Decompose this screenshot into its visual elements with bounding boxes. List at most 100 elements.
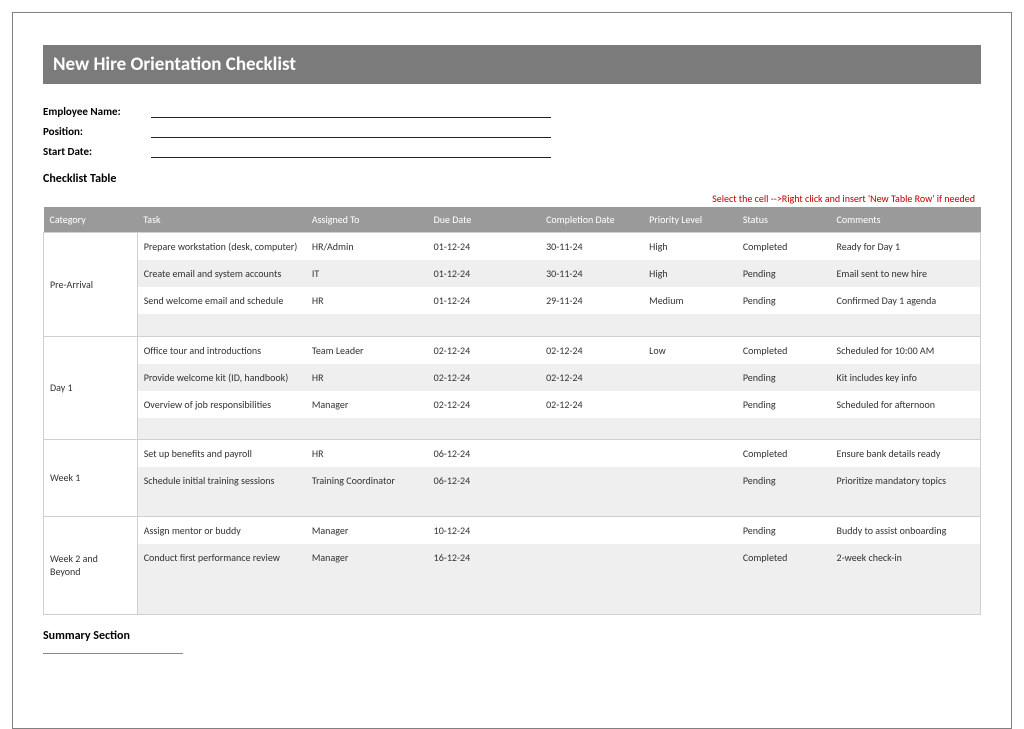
empty-cell[interactable] [428, 494, 540, 516]
empty-cell[interactable] [643, 571, 737, 593]
priority-cell[interactable] [643, 467, 737, 494]
checklist-table[interactable]: Category Task Assigned To Due Date Compl… [43, 207, 981, 615]
empty-cell[interactable] [737, 571, 831, 593]
category-cell[interactable]: Week 2 and Beyond [44, 516, 138, 615]
task-cell[interactable]: Create email and system accounts [137, 260, 306, 287]
status-cell[interactable]: Completed [737, 440, 831, 468]
comments-cell[interactable]: Scheduled for afternoon [831, 391, 981, 418]
assigned-cell[interactable]: HR [306, 364, 428, 391]
task-cell[interactable]: Schedule initial training sessions [137, 467, 306, 494]
table-row[interactable] [44, 571, 981, 593]
priority-cell[interactable] [643, 440, 737, 468]
comments-cell[interactable]: 2-week check-in [831, 544, 981, 571]
empty-cell[interactable] [831, 571, 981, 593]
table-row[interactable]: Provide welcome kit (ID, handbook)HR02-1… [44, 364, 981, 391]
assigned-cell[interactable]: Training Coordinator [306, 467, 428, 494]
completion-cell[interactable]: 02-12-24 [540, 364, 643, 391]
empty-cell[interactable] [306, 571, 428, 593]
completion-cell[interactable] [540, 440, 643, 468]
priority-cell[interactable]: High [643, 260, 737, 287]
table-row[interactable] [44, 593, 981, 615]
status-cell[interactable]: Pending [737, 467, 831, 494]
task-cell[interactable]: Overview of job responsibilities [137, 391, 306, 418]
completion-cell[interactable]: 02-12-24 [540, 391, 643, 418]
empty-cell[interactable] [428, 593, 540, 615]
employee-name-field[interactable] [151, 104, 551, 118]
empty-cell[interactable] [137, 593, 306, 615]
empty-cell[interactable] [306, 593, 428, 615]
due-cell[interactable]: 06-12-24 [428, 440, 540, 468]
assigned-cell[interactable]: Team Leader [306, 336, 428, 364]
table-row[interactable]: Send welcome email and scheduleHR01-12-2… [44, 287, 981, 314]
empty-cell[interactable] [428, 314, 540, 336]
due-cell[interactable]: 02-12-24 [428, 364, 540, 391]
priority-cell[interactable]: Low [643, 336, 737, 364]
empty-cell[interactable] [831, 494, 981, 516]
empty-cell[interactable] [540, 418, 643, 440]
empty-cell[interactable] [540, 314, 643, 336]
empty-cell[interactable] [306, 418, 428, 440]
assigned-cell[interactable]: HR [306, 440, 428, 468]
position-field[interactable] [151, 124, 551, 138]
empty-cell[interactable] [737, 314, 831, 336]
completion-cell[interactable]: 29-11-24 [540, 287, 643, 314]
comments-cell[interactable]: Ensure bank details ready [831, 440, 981, 468]
empty-cell[interactable] [306, 494, 428, 516]
comments-cell[interactable]: Scheduled for 10:00 AM [831, 336, 981, 364]
empty-cell[interactable] [428, 418, 540, 440]
empty-cell[interactable] [540, 494, 643, 516]
due-cell[interactable]: 01-12-24 [428, 287, 540, 314]
empty-cell[interactable] [643, 593, 737, 615]
priority-cell[interactable] [643, 544, 737, 571]
empty-cell[interactable] [737, 593, 831, 615]
table-row[interactable] [44, 418, 981, 440]
category-cell[interactable]: Week 1 [44, 440, 138, 517]
status-cell[interactable]: Completed [737, 233, 831, 261]
assigned-cell[interactable]: Manager [306, 516, 428, 544]
category-cell[interactable]: Day 1 [44, 336, 138, 440]
assigned-cell[interactable]: IT [306, 260, 428, 287]
table-row[interactable] [44, 494, 981, 516]
assigned-cell[interactable]: HR [306, 287, 428, 314]
due-cell[interactable]: 02-12-24 [428, 336, 540, 364]
task-cell[interactable]: Provide welcome kit (ID, handbook) [137, 364, 306, 391]
status-cell[interactable]: Completed [737, 336, 831, 364]
empty-cell[interactable] [540, 571, 643, 593]
priority-cell[interactable] [643, 516, 737, 544]
completion-cell[interactable] [540, 516, 643, 544]
table-row[interactable]: Week 1Set up benefits and payrollHR06-12… [44, 440, 981, 468]
task-cell[interactable]: Office tour and introductions [137, 336, 306, 364]
completion-cell[interactable]: 30-11-24 [540, 233, 643, 261]
due-cell[interactable]: 06-12-24 [428, 467, 540, 494]
comments-cell[interactable]: Buddy to assist onboarding [831, 516, 981, 544]
empty-cell[interactable] [737, 418, 831, 440]
status-cell[interactable]: Pending [737, 391, 831, 418]
comments-cell[interactable]: Email sent to new hire [831, 260, 981, 287]
empty-cell[interactable] [137, 571, 306, 593]
due-cell[interactable]: 10-12-24 [428, 516, 540, 544]
assigned-cell[interactable]: Manager [306, 544, 428, 571]
priority-cell[interactable]: Medium [643, 287, 737, 314]
completion-cell[interactable]: 02-12-24 [540, 336, 643, 364]
status-cell[interactable]: Pending [737, 260, 831, 287]
empty-cell[interactable] [737, 494, 831, 516]
table-row[interactable]: Overview of job responsibilitiesManager0… [44, 391, 981, 418]
due-cell[interactable]: 02-12-24 [428, 391, 540, 418]
empty-cell[interactable] [643, 494, 737, 516]
comments-cell[interactable]: Kit includes key info [831, 364, 981, 391]
empty-cell[interactable] [306, 314, 428, 336]
table-row[interactable]: Day 1Office tour and introductionsTeam L… [44, 336, 981, 364]
start-date-field[interactable] [151, 144, 551, 158]
empty-cell[interactable] [831, 314, 981, 336]
priority-cell[interactable] [643, 364, 737, 391]
task-cell[interactable]: Send welcome email and schedule [137, 287, 306, 314]
empty-cell[interactable] [831, 418, 981, 440]
empty-cell[interactable] [540, 593, 643, 615]
completion-cell[interactable] [540, 467, 643, 494]
due-cell[interactable]: 01-12-24 [428, 233, 540, 261]
status-cell[interactable]: Pending [737, 364, 831, 391]
empty-cell[interactable] [831, 593, 981, 615]
status-cell[interactable]: Completed [737, 544, 831, 571]
table-row[interactable] [44, 314, 981, 336]
table-row[interactable]: Schedule initial training sessionsTraini… [44, 467, 981, 494]
